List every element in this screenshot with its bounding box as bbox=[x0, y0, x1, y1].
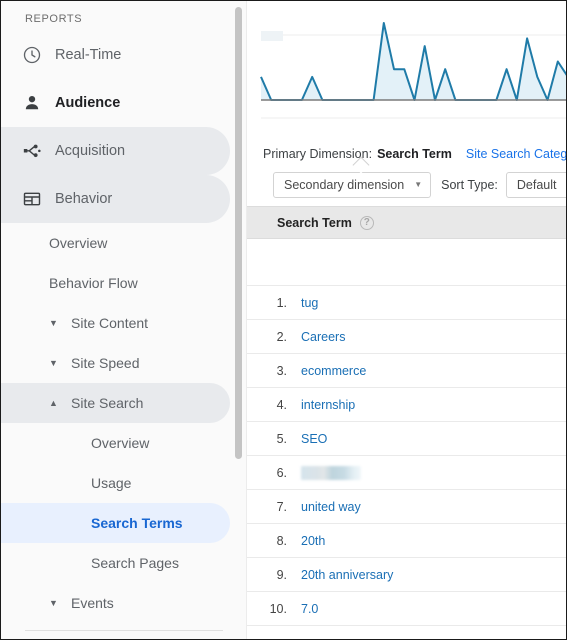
clock-icon bbox=[15, 45, 49, 65]
table-row[interactable]: 6. bbox=[247, 456, 566, 490]
secondary-dimension-select[interactable]: Secondary dimension ▼ bbox=[273, 172, 432, 198]
sidebar-item-site-content[interactable]: ▼ Site Content bbox=[1, 303, 247, 343]
sort-type-value: Default bbox=[516, 178, 557, 192]
redacted-search-term bbox=[301, 465, 361, 480]
sidebar-item-overview[interactable]: Overview bbox=[1, 223, 247, 263]
column-header-search-term[interactable]: Search Term bbox=[277, 216, 352, 230]
sidebar-item-usage[interactable]: Usage bbox=[1, 463, 247, 503]
sidebar-item-label: Behavior bbox=[55, 191, 113, 207]
sidebar-item-acquisition[interactable]: Acquisition bbox=[1, 127, 230, 175]
sidebar-item-label: Site Content bbox=[71, 315, 149, 331]
search-term-link[interactable]: tug bbox=[293, 296, 318, 310]
table-body: 1. tug 2. Careers 3. ecommerce 4. internship 5. S… bbox=[247, 286, 566, 626]
sidebar-item-label: Real-Time bbox=[55, 47, 122, 63]
row-index: 5. bbox=[276, 431, 287, 446]
sidebar-item-site-speed[interactable]: ▼ Site Speed bbox=[1, 343, 247, 383]
sidebar-item-label: Usage bbox=[91, 475, 132, 491]
sidebar-item-audience[interactable]: Audience bbox=[1, 79, 247, 127]
chevron-down-icon: ▼ bbox=[414, 180, 423, 189]
chart-annotation-block bbox=[261, 31, 283, 41]
table-row[interactable]: 10. 7.0 bbox=[247, 592, 566, 626]
row-index: 8. bbox=[276, 533, 287, 548]
help-icon[interactable]: ? bbox=[359, 215, 374, 230]
sidebar-divider bbox=[25, 630, 223, 631]
row-index: 9. bbox=[276, 567, 287, 582]
sidebar-item-label: Search Terms bbox=[91, 515, 183, 531]
sidebar-item-discover[interactable]: Discover bbox=[1, 637, 247, 639]
row-index: 2. bbox=[276, 329, 287, 344]
sidebar-item-search-pages[interactable]: Search Pages bbox=[1, 543, 247, 583]
row-index: 3. bbox=[276, 363, 287, 378]
sidebar-item-label: Site Speed bbox=[71, 355, 140, 371]
table-row[interactable]: 8. 20th bbox=[247, 524, 566, 558]
sidebar-item-label: Behavior Flow bbox=[49, 275, 138, 291]
person-icon bbox=[15, 93, 49, 113]
table-row[interactable]: 4. internship bbox=[247, 388, 566, 422]
row-index: 6. bbox=[276, 465, 287, 480]
sidebar-item-label: Audience bbox=[55, 95, 121, 111]
chevron-up-icon[interactable]: ▲ bbox=[49, 398, 58, 408]
behavior-icon bbox=[15, 189, 49, 209]
row-index: 1. bbox=[276, 295, 287, 310]
table-controls-row: Secondary dimension ▼ Sort Type: Default… bbox=[247, 156, 566, 206]
left-navigation-sidebar: REPORTS Real-Time Audience Acquisition B… bbox=[1, 1, 247, 639]
reports-section-label: REPORTS bbox=[25, 13, 83, 25]
table-row[interactable]: 1. tug bbox=[247, 286, 566, 320]
search-terms-table: Search Term ? 1. tug 2. Careers 3. ecommerce 4… bbox=[247, 206, 566, 626]
search-term-link[interactable]: SEO bbox=[293, 432, 327, 446]
chevron-down-icon[interactable]: ▼ bbox=[49, 598, 58, 608]
primary-dimension-current[interactable]: Search Term bbox=[377, 147, 452, 161]
chart-svg bbox=[260, 22, 566, 119]
sidebar-item-label: Acquisition bbox=[55, 143, 126, 159]
sidebar-item-real-time[interactable]: Real-Time bbox=[1, 31, 247, 79]
primary-dimension-row: Primary Dimension: Search Term Site Sear… bbox=[247, 141, 566, 165]
sidebar-item-behavior-flow[interactable]: Behavior Flow bbox=[1, 263, 247, 303]
search-term-link[interactable]: united way bbox=[293, 500, 361, 514]
sidebar-item-label: Search Pages bbox=[91, 555, 179, 571]
sort-type-label: Sort Type: bbox=[441, 178, 498, 192]
secondary-dimension-label: Secondary dimension bbox=[284, 178, 405, 192]
chevron-down-icon[interactable]: ▼ bbox=[49, 358, 58, 368]
row-index: 10. bbox=[269, 601, 287, 616]
search-term-link[interactable]: 7.0 bbox=[293, 602, 318, 616]
sort-type-select[interactable]: Default ▼ bbox=[505, 172, 566, 198]
table-row[interactable]: 9. 20th anniversary bbox=[247, 558, 566, 592]
google-analytics-window: REPORTS Real-Time Audience Acquisition B… bbox=[0, 0, 567, 640]
search-term-link[interactable]: internship bbox=[293, 398, 355, 412]
primary-dimension-label: Primary Dimension: bbox=[263, 147, 373, 161]
search-term-link[interactable]: 20th anniversary bbox=[293, 568, 393, 582]
table-row[interactable]: 3. ecommerce bbox=[247, 354, 566, 388]
table-row[interactable]: 2. Careers bbox=[247, 320, 566, 354]
sidebar-item-behavior[interactable]: Behavior bbox=[1, 175, 230, 223]
table-row[interactable]: 5. SEO bbox=[247, 422, 566, 456]
primary-dimension-site-search-category-link[interactable]: Site Search Category bbox=[466, 147, 566, 161]
search-term-link[interactable]: 20th bbox=[293, 534, 325, 548]
report-main-panel: Primary Dimension: Search Term Site Sear… bbox=[247, 1, 566, 639]
row-index: 7. bbox=[276, 499, 287, 514]
search-term-link[interactable]: ecommerce bbox=[293, 364, 366, 378]
sidebar-item-label: Site Search bbox=[71, 395, 144, 411]
search-term-link[interactable]: Careers bbox=[293, 330, 345, 344]
sidebar-item-events[interactable]: ▼ Events bbox=[1, 583, 247, 623]
sidebar-item-label: Events bbox=[71, 595, 114, 611]
acquisition-icon bbox=[15, 141, 49, 161]
sessions-trend-chart[interactable] bbox=[247, 1, 566, 141]
chevron-down-icon[interactable]: ▼ bbox=[49, 318, 58, 328]
table-summary-spacer-row bbox=[247, 239, 566, 286]
sidebar-item-label: Overview bbox=[91, 435, 150, 451]
sidebar-item-site-search-overview[interactable]: Overview bbox=[1, 423, 247, 463]
sidebar-item-search-terms[interactable]: Search Terms bbox=[1, 503, 230, 543]
sidebar-item-label: Overview bbox=[49, 235, 108, 251]
table-row[interactable]: 7. united way bbox=[247, 490, 566, 524]
row-index: 4. bbox=[276, 397, 287, 412]
table-header-row: Search Term ? bbox=[247, 206, 566, 239]
sidebar-scrollbar[interactable] bbox=[235, 7, 242, 459]
sidebar-item-site-search[interactable]: ▲ Site Search bbox=[1, 383, 230, 423]
